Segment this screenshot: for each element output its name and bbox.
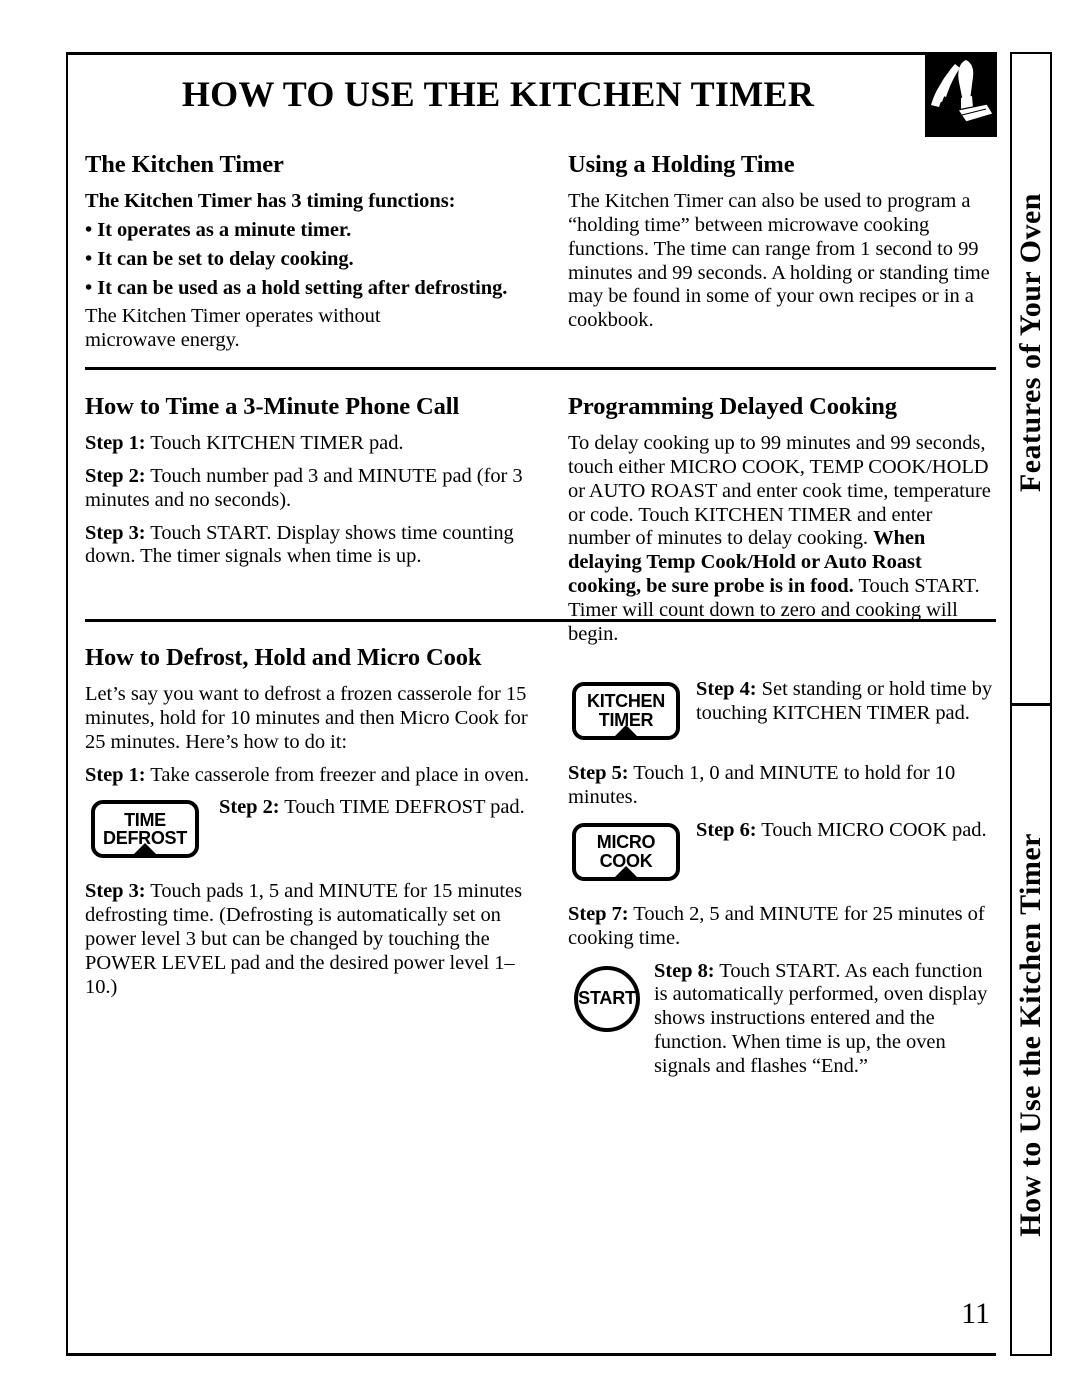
step-text: Touch MICRO COOK pad. — [756, 818, 987, 841]
heading-the-kitchen-timer: The Kitchen Timer — [85, 151, 284, 178]
section-defrost-hold-micro-cook: How to Defrost, Hold and Micro Cook Let’… — [85, 644, 529, 1009]
defrost-step-4-row: KITCHEN TIMER Step 4: Set standing or ho… — [568, 678, 996, 740]
section-divider-1 — [85, 367, 996, 370]
side-tab-label: How to Use the Kitchen Timer — [1014, 833, 1047, 1237]
pad-label-line-1: MICRO — [596, 832, 656, 853]
page-number: 11 — [961, 1297, 990, 1330]
phone-call-step-2: Step 2: Touch number pad 3 and MINUTE pa… — [85, 465, 528, 513]
step-label: Step 6: — [696, 818, 757, 841]
page-bottom-rule — [66, 1353, 996, 1356]
section-the-kitchen-timer: The Kitchen Timer The Kitchen Timer has … — [85, 151, 528, 362]
section-programming-delayed-cooking: Programming Delayed Cooking To delay coo… — [568, 393, 996, 656]
step-label: Step 8: — [654, 959, 715, 982]
hand-pressing-pad-icon — [925, 52, 997, 137]
section-defrost-steps-right: KITCHEN TIMER Step 4: Set standing or ho… — [568, 678, 996, 1079]
step-text: Touch 2, 5 and MINUTE for 25 minutes of … — [568, 902, 985, 949]
kitchen-timer-intro: The Kitchen Timer has 3 timing functions… — [85, 189, 456, 212]
step-label: Step 4: — [696, 678, 757, 700]
step-text: Touch TIME DEFROST pad. — [279, 796, 525, 819]
pad-notch-icon — [611, 865, 641, 881]
pad-kitchen-timer[interactable]: KITCHEN TIMER — [572, 682, 680, 740]
defrost-intro: Let’s say you want to defrost a frozen c… — [85, 682, 528, 753]
step-label: Step 3: — [85, 880, 146, 903]
step-text: Touch KITCHEN TIMER pad. — [145, 431, 404, 454]
heading-programming-delayed-cooking: Programming Delayed Cooking — [568, 393, 897, 420]
heading-using-a-holding-time: Using a Holding Time — [568, 151, 795, 178]
step-label: Step 1: — [85, 431, 146, 454]
kitchen-timer-bullet-3: • It can be used as a hold setting after… — [85, 276, 508, 299]
pad-notch-icon — [611, 725, 641, 740]
step-label: Step 2: — [219, 796, 280, 819]
pad-time-defrost[interactable]: TIME DEFROST — [91, 800, 199, 859]
step-label: Step 7: — [568, 902, 629, 925]
defrost-step-2-row: TIME DEFROST Step 2: Touch TIME DEFROST … — [85, 796, 528, 859]
manual-page: HOW TO USE THE KITCHEN TIMER Features of… — [0, 0, 1080, 1397]
section-3-minute-phone-call: How to Time a 3-Minute Phone Call Step 1… — [85, 393, 528, 578]
defrost-step-8-text: Step 8: Touch START. As each function is… — [654, 960, 996, 1079]
step-text: Touch START. Display shows time counting… — [85, 521, 514, 568]
step-label: Step 3: — [85, 521, 146, 544]
step-text: Touch number pad 3 and MINUTE pad (for 3… — [85, 464, 523, 511]
step-label: Step 5: — [568, 762, 629, 784]
pad-notch-icon — [130, 843, 160, 859]
page-left-rule — [66, 52, 68, 1356]
pad-label-line-1: KITCHEN — [587, 691, 665, 712]
pad-start[interactable]: START — [574, 965, 640, 1032]
step-label: Step 1: — [85, 763, 146, 786]
side-tab-features-of-your-oven[interactable]: Features of Your Oven — [1012, 54, 1050, 703]
holding-time-body: The Kitchen Timer can also be used to pr… — [568, 189, 990, 332]
kitchen-timer-bullet-2: • It can be set to delay cooking. — [85, 247, 354, 270]
delayed-cooking-body: To delay cooking up to 99 minutes and 99… — [568, 432, 996, 647]
step-text: Take casserole from freezer and place in… — [145, 763, 530, 786]
side-tab-label: Features of Your Oven — [1014, 192, 1047, 493]
defrost-step-4-text: Step 4: Set standing or hold time by tou… — [696, 678, 996, 726]
phone-call-step-1: Step 1: Touch KITCHEN TIMER pad. — [85, 432, 528, 456]
defrost-step-1: Step 1: Take casserole from freezer and … — [85, 764, 555, 788]
pad-micro-cook[interactable]: MICRO COOK — [572, 822, 680, 881]
kitchen-timer-closing: The Kitchen Timer operates without micro… — [85, 305, 381, 352]
defrost-step-6-text: Step 6: Touch MICRO COOK pad. — [696, 819, 996, 843]
pad-label-line-1: TIME — [124, 809, 166, 830]
delayed-cooking-part-1: To delay cooking up to 99 minutes and 99… — [568, 431, 991, 550]
page-header: HOW TO USE THE KITCHEN TIMER — [68, 52, 997, 140]
defrost-step-6-row: MICRO COOK Step 6: Touch MICRO COOK pad. — [568, 819, 996, 881]
side-tab-how-to-use-the-kitchen-timer[interactable]: How to Use the Kitchen Timer — [1012, 706, 1050, 1354]
step-label: Step 2: — [85, 464, 146, 487]
kitchen-timer-bullet-1: • It operates as a minute timer. — [85, 218, 352, 241]
step-text: Touch pads 1, 5 and MINUTE for 15 minute… — [85, 880, 523, 998]
defrost-step-2-text: Step 2: Touch TIME DEFROST pad. — [219, 796, 528, 820]
heading-how-to-defrost-hold-and-micro-cook: How to Defrost, Hold and Micro Cook — [85, 644, 482, 671]
page-title: HOW TO USE THE KITCHEN TIMER — [181, 74, 815, 114]
defrost-step-5: Step 5: Touch 1, 0 and MINUTE to hold fo… — [568, 762, 996, 810]
heading-how-to-time-a-3-minute-phone-call: How to Time a 3-Minute Phone Call — [85, 393, 460, 420]
pad-label-start: START — [578, 988, 636, 1008]
defrost-step-3: Step 3: Touch pads 1, 5 and MINUTE for 1… — [85, 880, 528, 999]
defrost-step-8-row: START Step 8: Touch START. As each funct… — [568, 960, 996, 1079]
section-using-a-holding-time: Using a Holding Time The Kitchen Timer c… — [568, 151, 996, 342]
defrost-step-7: Step 7: Touch 2, 5 and MINUTE for 25 min… — [568, 903, 996, 951]
phone-call-step-3: Step 3: Touch START. Display shows time … — [85, 522, 528, 570]
